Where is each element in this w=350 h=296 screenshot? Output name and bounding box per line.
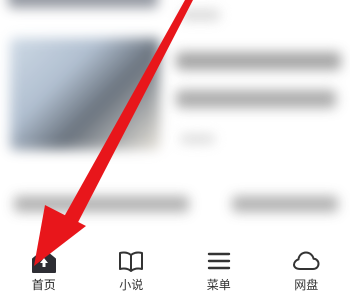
- feed-card-title-line-1: [176, 52, 341, 70]
- menu-icon: [207, 252, 230, 270]
- home-icon: [31, 249, 56, 273]
- app-screen: 首页 小说 菜单 网盘: [0, 0, 350, 296]
- feed-row-text-2: [232, 196, 338, 212]
- feed-card-thumbnail: [10, 38, 160, 150]
- feed-card-title-line-2: [176, 90, 336, 108]
- bottom-tab-bar: 首页 小说 菜单 网盘: [0, 246, 350, 296]
- tab-menu-label: 菜单: [206, 278, 231, 292]
- feed-row-text-1: [14, 196, 189, 212]
- tab-home[interactable]: 首页: [0, 246, 87, 296]
- blurred-feed: [0, 0, 350, 246]
- tab-novel[interactable]: 小说: [88, 246, 175, 296]
- tab-cloud-drive-label: 网盘: [294, 278, 319, 292]
- tab-cloud-drive[interactable]: 网盘: [263, 246, 350, 296]
- feed-thumbnail-top: [8, 0, 158, 8]
- cloud-icon: [293, 251, 320, 270]
- tab-home-label: 首页: [31, 278, 56, 292]
- feed-text-top: [180, 10, 220, 20]
- book-icon: [119, 251, 144, 272]
- feed-card-meta: [180, 135, 215, 143]
- tab-novel-label: 小说: [119, 278, 144, 292]
- tab-menu[interactable]: 菜单: [175, 246, 262, 296]
